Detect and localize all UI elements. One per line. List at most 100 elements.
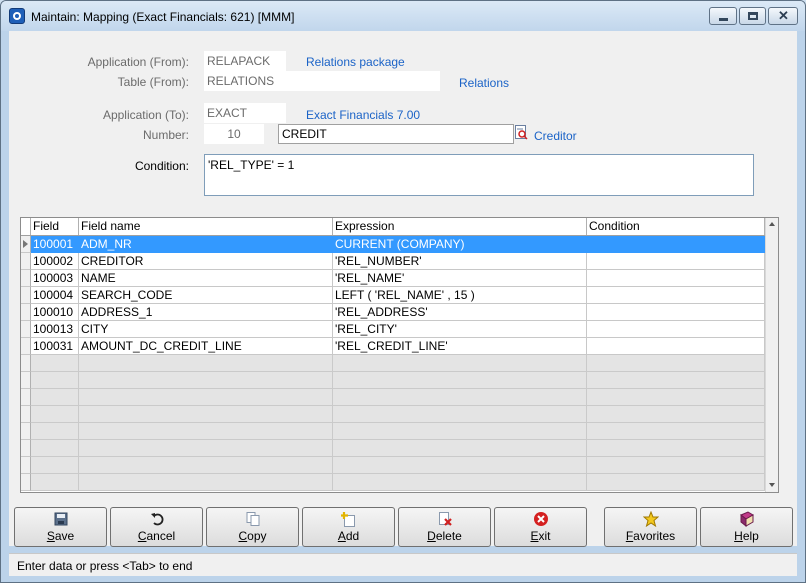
condition-textarea[interactable]: 'REL_TYPE' = 1 [204, 154, 754, 196]
cell-condition[interactable] [587, 338, 765, 355]
table-row[interactable]: 100002 CREDITOR 'REL_NUMBER' [21, 253, 765, 270]
table-row[interactable]: 100001 ADM_NR CURRENT (COMPANY) [21, 236, 765, 253]
cell-field-name[interactable]: CITY [79, 321, 333, 338]
cell-field-to[interactable]: 100010 [31, 304, 79, 321]
empty-table-row[interactable] [21, 406, 765, 423]
cell-field-to[interactable]: 100002 [31, 253, 79, 270]
empty-table-row[interactable] [21, 355, 765, 372]
cell-field-to[interactable] [31, 423, 79, 440]
cell-field-to[interactable] [31, 372, 79, 389]
cell-expression[interactable] [333, 440, 587, 457]
exit-button[interactable]: Exit [494, 507, 587, 547]
cell-expression[interactable]: 'REL_ADDRESS' [333, 304, 587, 321]
cell-condition[interactable] [587, 423, 765, 440]
cell-condition[interactable] [587, 287, 765, 304]
cell-expression[interactable]: 'REL_CREDIT_LINE' [333, 338, 587, 355]
cell-field-to[interactable] [31, 355, 79, 372]
favorites-button[interactable]: Favorites [604, 507, 697, 547]
cell-field-name[interactable]: CREDITOR [79, 253, 333, 270]
cell-expression[interactable] [333, 389, 587, 406]
row-selector[interactable] [21, 304, 31, 321]
cell-condition[interactable] [587, 236, 765, 253]
cell-field-name[interactable]: NAME [79, 270, 333, 287]
empty-table-row[interactable] [21, 372, 765, 389]
add-button[interactable]: Add [302, 507, 395, 547]
row-selector[interactable] [21, 389, 31, 406]
cell-field-name[interactable]: ADDRESS_1 [79, 304, 333, 321]
empty-table-row[interactable] [21, 457, 765, 474]
cell-field-to[interactable] [31, 474, 79, 491]
cell-condition[interactable] [587, 355, 765, 372]
row-selector[interactable] [21, 423, 31, 440]
number-link[interactable]: Creditor [534, 129, 577, 143]
app-from-link[interactable]: Relations package [306, 55, 405, 69]
cancel-button[interactable]: Cancel [110, 507, 203, 547]
cell-field-name[interactable] [79, 474, 333, 491]
cell-field-name[interactable] [79, 440, 333, 457]
current-row-pointer-icon[interactable] [21, 236, 31, 253]
row-selector[interactable] [21, 372, 31, 389]
table-row[interactable]: 100003 NAME 'REL_NAME' [21, 270, 765, 287]
scroll-up-arrow-icon[interactable] [769, 222, 775, 226]
column-header-field-to[interactable]: Field (To) [31, 218, 79, 250]
cell-field-name[interactable]: AMOUNT_DC_CREDIT_LINE [79, 338, 333, 355]
maximize-button[interactable] [739, 7, 766, 25]
cell-condition[interactable] [587, 440, 765, 457]
grid-vertical-scrollbar[interactable] [765, 218, 778, 492]
cell-field-to[interactable] [31, 389, 79, 406]
cell-expression[interactable] [333, 457, 587, 474]
cell-field-to[interactable]: 100013 [31, 321, 79, 338]
cell-expression[interactable]: 'REL_CITY' [333, 321, 587, 338]
cell-condition[interactable] [587, 474, 765, 491]
minimize-button[interactable] [709, 7, 737, 25]
table-row[interactable]: 100004 SEARCH_CODE LEFT ( 'REL_NAME' , 15 … [21, 287, 765, 304]
cell-field-to[interactable]: 100003 [31, 270, 79, 287]
cell-field-name[interactable] [79, 406, 333, 423]
row-selector[interactable] [21, 355, 31, 372]
column-header-condition[interactable]: Condition [587, 218, 765, 235]
table-row[interactable]: 100010 ADDRESS_1 'REL_ADDRESS' [21, 304, 765, 321]
row-selector[interactable] [21, 287, 31, 304]
scroll-down-arrow-icon[interactable] [769, 483, 775, 487]
cell-condition[interactable] [587, 389, 765, 406]
cell-expression[interactable]: CURRENT (COMPANY) [333, 236, 587, 253]
row-selector[interactable] [21, 440, 31, 457]
cell-field-name[interactable]: ADM_NR [79, 236, 333, 253]
cell-field-to[interactable] [31, 406, 79, 423]
cell-field-name[interactable] [79, 372, 333, 389]
row-selector[interactable] [21, 321, 31, 338]
empty-table-row[interactable] [21, 389, 765, 406]
cell-field-to[interactable] [31, 457, 79, 474]
cell-expression[interactable] [333, 423, 587, 440]
cell-field-name[interactable] [79, 355, 333, 372]
column-header-field-name[interactable]: Field name [79, 218, 333, 235]
cell-field-name[interactable] [79, 423, 333, 440]
close-button[interactable]: ✕ [768, 7, 798, 25]
cell-field-to[interactable] [31, 440, 79, 457]
mapping-grid[interactable]: Field (To) Field name Expression Conditi… [20, 217, 779, 493]
empty-table-row[interactable] [21, 440, 765, 457]
cell-expression[interactable]: 'REL_NAME' [333, 270, 587, 287]
row-selector[interactable] [21, 270, 31, 287]
row-selector[interactable] [21, 253, 31, 270]
app-to-link[interactable]: Exact Financials 7.00 [306, 108, 420, 122]
cell-condition[interactable] [587, 321, 765, 338]
row-selector[interactable] [21, 457, 31, 474]
number-code-input[interactable]: CREDIT [278, 124, 514, 144]
cell-field-to[interactable]: 100004 [31, 287, 79, 304]
cell-condition[interactable] [587, 457, 765, 474]
cell-expression[interactable] [333, 474, 587, 491]
cell-field-to[interactable]: 100031 [31, 338, 79, 355]
cell-condition[interactable] [587, 253, 765, 270]
cell-expression[interactable]: 'REL_NUMBER' [333, 253, 587, 270]
delete-button[interactable]: Delete [398, 507, 491, 547]
cell-expression[interactable] [333, 406, 587, 423]
cell-condition[interactable] [587, 406, 765, 423]
save-button[interactable]: Save [14, 507, 107, 547]
table-row[interactable]: 100013 CITY 'REL_CITY' [21, 321, 765, 338]
cell-expression[interactable] [333, 372, 587, 389]
row-selector[interactable] [21, 474, 31, 491]
row-selector[interactable] [21, 338, 31, 355]
cell-field-name[interactable]: SEARCH_CODE [79, 287, 333, 304]
cell-condition[interactable] [587, 304, 765, 321]
